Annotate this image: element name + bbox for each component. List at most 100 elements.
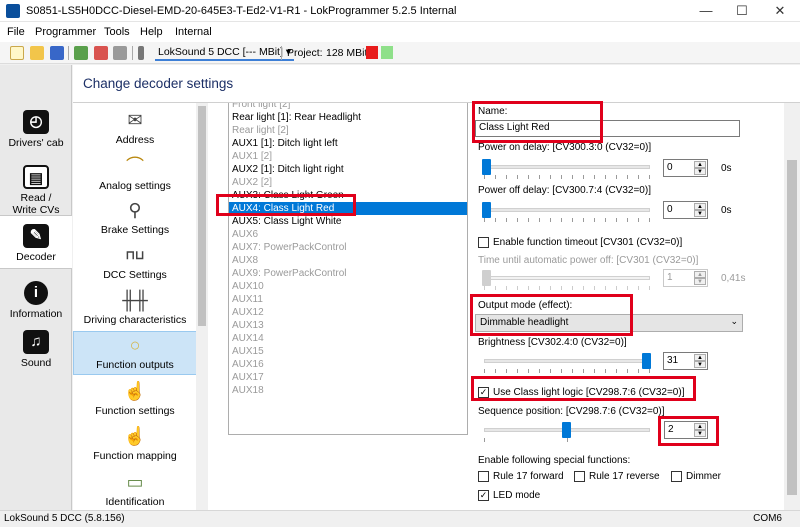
category-dcc-settings[interactable]: ⊓⊔ DCC Settings <box>73 244 197 281</box>
app-icon <box>6 4 20 18</box>
dimmer-checkbox[interactable] <box>671 471 682 482</box>
sequence-position-thumb[interactable] <box>562 422 571 438</box>
output-mode-select[interactable]: Dimmable headlight ⌄ <box>475 314 743 332</box>
output-list-item[interactable]: AUX10 <box>229 280 467 293</box>
power-off-delay-thumb[interactable] <box>482 202 491 218</box>
auto-off-label: Time until automatic power off: [CV301 (… <box>478 255 699 266</box>
output-list-item[interactable]: AUX1 [1]: Ditch light left <box>229 137 467 150</box>
menu-tools[interactable]: Tools <box>104 26 130 38</box>
spinner-buttons[interactable]: ▲ ▼ <box>694 423 706 437</box>
page-title: Change decoder settings <box>83 76 234 91</box>
function-output-list[interactable]: Front light [2] Rear light [1]: Rear Head… <box>228 103 468 435</box>
spinner-buttons[interactable]: ▲ ▼ <box>694 161 706 175</box>
decoder-select[interactable]: LokSound 5 DCC [--- MBit] ▾ <box>155 45 295 61</box>
category-address[interactable]: ✉ Address <box>73 109 197 146</box>
output-list-item[interactable]: Rear light [1]: Rear Headlight <box>229 111 467 124</box>
power-on-delay-thumb[interactable] <box>482 159 491 175</box>
power-on-delay-spinner[interactable]: 0 ▲ ▼ <box>663 159 708 177</box>
category-function-outputs[interactable]: ○ Function outputs <box>73 331 197 375</box>
output-list-item[interactable]: AUX4: Class Light Red <box>229 202 467 215</box>
menu-internal[interactable]: Internal <box>175 26 212 38</box>
settings-scrollbar-thumb[interactable] <box>787 160 797 495</box>
connection-icon[interactable] <box>138 46 144 60</box>
spinner-buttons[interactable]: ▲ ▼ <box>694 203 706 217</box>
category-brake-settings[interactable]: ⚲ Brake Settings <box>73 199 197 236</box>
save-icon[interactable] <box>50 46 64 60</box>
output-list-item[interactable]: Rear light [2] <box>229 124 467 137</box>
export-icon[interactable] <box>94 46 108 60</box>
brightness-thumb[interactable] <box>642 353 651 369</box>
category-driving-characteristics[interactable]: ╫╫ Driving characteristics <box>73 289 197 326</box>
category-scrollbar-thumb[interactable] <box>198 106 206 326</box>
new-file-icon[interactable] <box>10 46 24 60</box>
power-off-delay-track[interactable] <box>484 208 650 212</box>
spinner-value: 2 <box>668 424 674 435</box>
category-identification[interactable]: ▭ Identification <box>73 471 197 508</box>
output-list-item[interactable]: AUX9: PowerPackControl <box>229 267 467 280</box>
output-list-item[interactable]: AUX17 <box>229 371 467 384</box>
output-list-item[interactable]: AUX2 [2] <box>229 176 467 189</box>
category-label: Function settings <box>95 405 175 417</box>
output-list-item[interactable]: AUX8 <box>229 254 467 267</box>
nav-drivers-cab[interactable]: ◴ Drivers' cab <box>0 110 72 149</box>
auto-off-track <box>484 276 650 280</box>
menu-programmer[interactable]: Programmer <box>35 26 96 38</box>
import-icon[interactable] <box>74 46 88 60</box>
toolbar: LokSound 5 DCC [--- MBit] ▾ Project: 128… <box>0 42 800 64</box>
led-mode-checkbox[interactable]: ✓ <box>478 490 489 501</box>
open-folder-icon[interactable] <box>30 46 44 60</box>
output-list-item[interactable]: AUX7: PowerPackControl <box>229 241 467 254</box>
function-timeout-checkbox[interactable] <box>478 237 489 248</box>
power-on-delay-label: Power on delay: [CV300.3:0 (CV32=0)] <box>478 142 652 153</box>
category-function-mapping[interactable]: ☝ Function mapping <box>73 425 197 462</box>
output-list-item[interactable]: AUX6 <box>229 228 467 241</box>
spinner-value: 31 <box>667 355 679 366</box>
output-list-item[interactable]: AUX5: Class Light White <box>229 215 467 228</box>
output-list-item[interactable]: AUX12 <box>229 306 467 319</box>
brightness-ticks <box>484 369 650 373</box>
output-list-item[interactable]: AUX13 <box>229 319 467 332</box>
output-list-item[interactable]: Front light [2] <box>229 103 467 111</box>
output-list-item[interactable]: AUX3: Class Light Green <box>229 189 467 202</box>
power-on-delay-ticks <box>484 175 650 179</box>
nav-sound[interactable]: ♫ Sound <box>0 330 72 369</box>
envelope-icon: ✉ <box>127 110 143 130</box>
category-analog-settings[interactable]: ⌒ Analog settings <box>73 155 197 192</box>
nav-label: Information <box>9 308 63 320</box>
category-function-settings[interactable]: ☝ Function settings <box>73 380 197 417</box>
power-on-delay-track[interactable] <box>484 165 650 169</box>
maximize-button[interactable]: ☐ <box>724 0 760 22</box>
output-list-item[interactable]: AUX16 <box>229 358 467 371</box>
power-off-delay-unit: 0s <box>721 205 732 216</box>
brightness-spinner[interactable]: 31 ▲ ▼ <box>663 352 708 370</box>
name-input[interactable]: Class Light Red <box>475 120 740 137</box>
status-indicator-green <box>381 46 393 59</box>
output-list-item[interactable]: AUX11 <box>229 293 467 306</box>
output-list-item[interactable]: AUX18 <box>229 384 467 397</box>
write-icon[interactable] <box>113 46 127 60</box>
output-list-item[interactable]: AUX2 [1]: Ditch light right <box>229 163 467 176</box>
rule17-forward-checkbox[interactable] <box>478 471 489 482</box>
nav-label: Sound <box>20 357 52 369</box>
output-list-item[interactable]: AUX15 <box>229 345 467 358</box>
spinner-buttons[interactable]: ▲ ▼ <box>694 354 706 368</box>
output-mode-value: Dimmable headlight <box>480 317 569 328</box>
speedometer-icon: ◴ <box>23 110 49 134</box>
output-list-item[interactable]: AUX1 [2] <box>229 150 467 163</box>
output-list-item[interactable]: AUX14 <box>229 332 467 345</box>
nav-read-write-cvs[interactable]: ▤ Read / Write CVs <box>0 165 72 216</box>
menu-help[interactable]: Help <box>140 26 163 38</box>
category-label: Identification <box>105 496 165 508</box>
music-icon: ♫ <box>23 330 49 354</box>
nav-decoder[interactable]: ✎ Decoder <box>0 215 72 269</box>
nav-information[interactable]: i Information <box>0 281 72 320</box>
brightness-track[interactable] <box>484 359 650 363</box>
power-off-delay-spinner[interactable]: 0 ▲ ▼ <box>663 201 708 219</box>
cv-icon: ▤ <box>23 165 49 189</box>
rule17-reverse-checkbox[interactable] <box>574 471 585 482</box>
class-light-logic-checkbox[interactable]: ✓ <box>478 387 489 398</box>
close-button[interactable]: ✕ <box>762 0 798 22</box>
minimize-button[interactable]: — <box>688 0 724 22</box>
sequence-position-spinner[interactable]: 2 ▲ ▼ <box>664 421 708 439</box>
menu-file[interactable]: File <box>7 26 25 38</box>
